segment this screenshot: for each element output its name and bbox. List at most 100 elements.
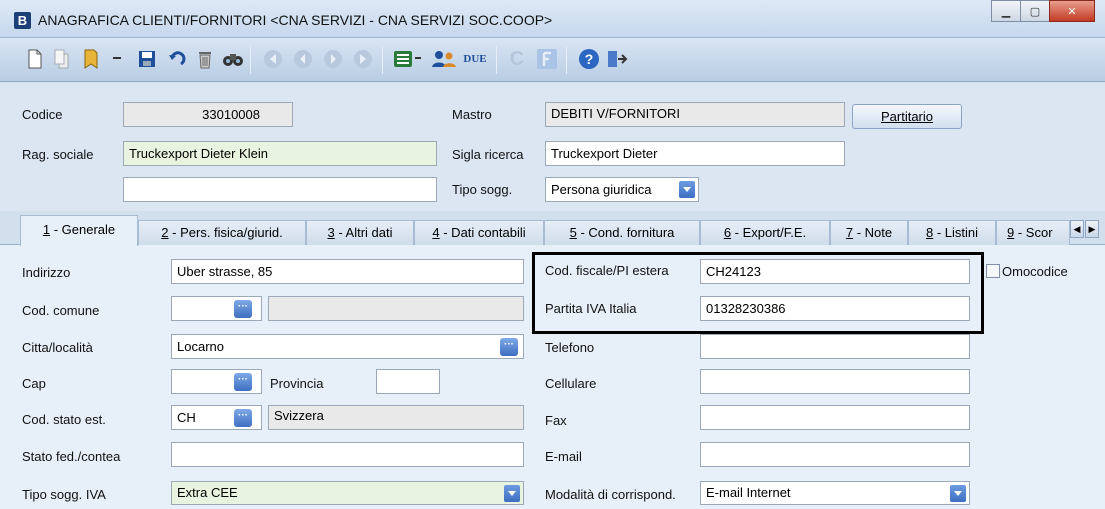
people-icon[interactable] — [430, 48, 458, 70]
undo-icon[interactable] — [166, 48, 188, 70]
list-dropdown-icon[interactable] — [412, 48, 424, 70]
chevron-down-icon[interactable] — [504, 485, 520, 502]
chevron-down-icon[interactable] — [950, 485, 966, 502]
mastro-field[interactable]: DEBITI V/FORNITORI — [545, 102, 845, 127]
prev-record-icon[interactable] — [292, 48, 314, 70]
cap-lookup-icon[interactable]: ··· — [234, 373, 252, 391]
due-icon[interactable]: DUE — [462, 48, 488, 70]
tab-key: 6 — [723, 225, 732, 240]
modalita-value: E-mail Internet — [706, 485, 791, 500]
tipo-iva-label: Tipo sogg. IVA — [22, 487, 106, 502]
modalita-select[interactable]: E-mail Internet — [700, 481, 970, 505]
fax-field[interactable] — [700, 405, 970, 430]
tab-scor[interactable]: 9 - Scor — [996, 220, 1070, 245]
tipo-iva-value: Extra CEE — [177, 485, 238, 500]
telefono-label: Telefono — [545, 340, 595, 355]
provincia-label: Provincia — [270, 376, 324, 391]
generale-panel: Indirizzo Uber strasse, 85 Cod. comune ·… — [0, 245, 1105, 509]
highlight-box — [532, 252, 984, 334]
stato-fed-label: Stato fed./contea — [22, 449, 121, 464]
cellulare-field[interactable] — [700, 369, 970, 394]
stato-fed-field[interactable] — [171, 442, 524, 467]
email-label: E-mail — [545, 449, 582, 464]
sigla-ricerca-field[interactable]: Truckexport Dieter — [545, 141, 845, 166]
tab-label: - Altri dati — [334, 225, 393, 240]
codice-field[interactable]: 33010008 — [123, 102, 293, 127]
cellulare-label: Cellulare — [545, 376, 597, 391]
tipo-sogg-value: Persona giuridica — [551, 182, 652, 197]
new-doc-icon[interactable] — [24, 48, 46, 70]
citta-lookup-icon[interactable]: ··· — [500, 338, 518, 356]
title-bar: B ANAGRAFICA CLIENTI/FORNITORI <CNA SERV… — [0, 0, 1105, 38]
tab-label: - Export/F.E. — [731, 225, 807, 240]
save-icon[interactable] — [136, 48, 158, 70]
toolbar-separator — [566, 46, 567, 74]
first-record-icon[interactable] — [262, 48, 284, 70]
partitario-button[interactable]: Partitario — [852, 104, 962, 129]
f-icon[interactable] — [536, 48, 558, 70]
delete-icon[interactable] — [194, 48, 216, 70]
tab-label: - Note — [853, 225, 893, 240]
cod-comune-lookup-icon[interactable]: ··· — [234, 300, 252, 318]
cod-stato-lookup-icon[interactable]: ··· — [234, 409, 252, 427]
close-icon: ✕ — [1067, 5, 1077, 18]
sigla-ricerca-label: Sigla ricerca — [452, 147, 524, 162]
tab-note[interactable]: 7 - Note — [830, 220, 908, 245]
c-icon[interactable]: C — [506, 48, 528, 70]
header-form: Codice 33010008 Mastro DEBITI V/FORNITOR… — [0, 83, 1105, 211]
rag-sociale-label: Rag. sociale — [22, 147, 94, 162]
indirizzo-label: Indirizzo — [22, 265, 71, 280]
tab-generale[interactable]: 1 - Generale — [20, 215, 138, 246]
tab-label: - Cond. fornitura — [576, 225, 675, 240]
close-button[interactable]: ✕ — [1049, 0, 1095, 22]
window-title: ANAGRAFICA CLIENTI/FORNITORI <CNA SERVIZ… — [38, 12, 553, 28]
toolbar-separator — [250, 46, 251, 74]
comune-desc-field — [268, 296, 524, 321]
binoculars-icon[interactable] — [222, 48, 244, 70]
tab-export-fe[interactable]: 6 - Export/F.E. — [700, 220, 830, 245]
tab-listini[interactable]: 8 - Listini — [908, 220, 996, 245]
maximize-button[interactable]: ▢ — [1020, 0, 1050, 22]
provincia-field[interactable] — [376, 369, 440, 394]
tab-key: 4 — [432, 225, 440, 240]
maximize-icon: ▢ — [1029, 5, 1041, 18]
dropdown-arrow-icon[interactable] — [110, 48, 124, 70]
rag-sociale-2-field[interactable] — [123, 177, 437, 202]
tab-pers-fisica[interactable]: 2 - Pers. fisica/giurid. — [138, 220, 306, 245]
chevron-down-icon[interactable] — [679, 181, 695, 198]
next-record-icon[interactable] — [322, 48, 344, 70]
tipo-iva-select[interactable]: Extra CEE — [171, 481, 524, 505]
tab-label: - Pers. fisica/giurid. — [168, 225, 283, 240]
minimize-icon: ▁ — [1001, 5, 1011, 18]
tab-key: 5 — [569, 225, 577, 240]
rag-sociale-field[interactable]: Truckexport Dieter Klein — [123, 141, 437, 166]
citta-field[interactable]: Locarno — [171, 334, 524, 359]
telefono-field[interactable] — [700, 334, 970, 359]
tab-cond-fornitura[interactable]: 5 - Cond. fornitura — [544, 220, 700, 245]
tab-dati-contabili[interactable]: 4 - Dati contabili — [414, 220, 544, 245]
minimize-button[interactable]: ▁ — [991, 0, 1021, 22]
list-icon[interactable] — [392, 48, 414, 70]
last-record-icon[interactable] — [352, 48, 374, 70]
tab-altri-dati[interactable]: 3 - Altri dati — [306, 220, 414, 245]
toolbar: DUE C ? — [0, 38, 1105, 82]
cod-stato-label: Cod. stato est. — [22, 412, 106, 427]
tab-key: 2 — [161, 225, 169, 240]
indirizzo-field[interactable]: Uber strasse, 85 — [171, 259, 524, 284]
bookmark-icon[interactable] — [80, 48, 102, 70]
tab-label: - Dati contabili — [439, 225, 526, 240]
stato-desc-field: Svizzera — [268, 405, 524, 430]
copy-doc-icon[interactable] — [52, 48, 74, 70]
fax-label: Fax — [545, 413, 567, 428]
omocodice-checkbox[interactable] — [986, 264, 1000, 278]
email-field[interactable] — [700, 442, 970, 467]
help-icon[interactable]: ? — [578, 48, 600, 70]
tab-scroll-right-icon[interactable]: ▶ — [1085, 220, 1099, 238]
tab-scroll-left-icon[interactable]: ◀ — [1070, 220, 1084, 238]
tipo-sogg-select[interactable]: Persona giuridica — [545, 177, 699, 202]
mastro-label: Mastro — [452, 107, 492, 122]
tab-label: - Generale — [50, 222, 116, 237]
exit-icon[interactable] — [606, 48, 628, 70]
toolbar-separator — [382, 46, 383, 74]
tab-key: 1 — [42, 222, 51, 237]
